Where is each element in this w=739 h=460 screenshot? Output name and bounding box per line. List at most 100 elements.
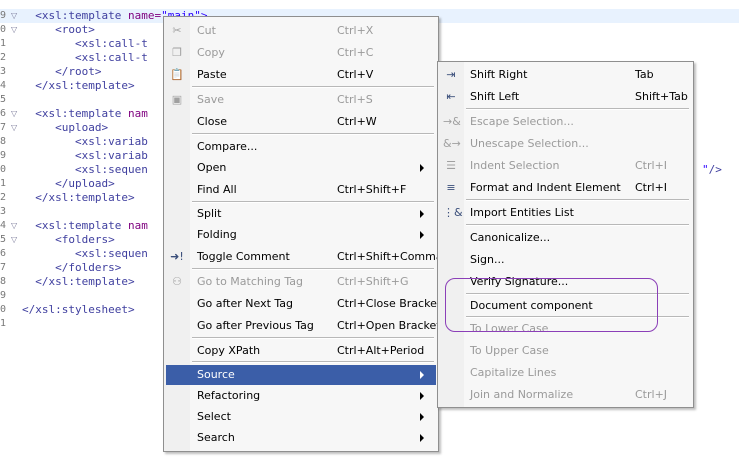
menu-item-toggle-comment[interactable]: ➜! Toggle Comment Ctrl+Shift+Comma xyxy=(166,247,438,267)
submenu-item-shift-left[interactable]: ⇤ Shift Left Shift+Tab xyxy=(440,87,691,107)
menu-item-shortcut: Ctrl+J xyxy=(635,388,668,401)
line-number: 8 xyxy=(0,276,7,287)
submenu-item-capitalize-lines[interactable]: Capitalize Lines xyxy=(440,363,691,383)
menu-item-label: Go to Matching Tag xyxy=(197,275,303,288)
submenu-arrow-icon xyxy=(420,231,424,239)
submenu-item-shift-right[interactable]: ⇥ Shift Right Tab xyxy=(440,65,691,85)
submenu-item-indent-selection[interactable]: ☰ Indent Selection Ctrl+I xyxy=(440,156,691,176)
menu-item-copy-xpath[interactable]: Copy XPath Ctrl+Alt+Period xyxy=(166,341,436,361)
menu-item-shortcut: Ctrl+Shift+F xyxy=(337,183,407,196)
code-text: <upload> xyxy=(55,121,109,134)
indent-icon: ☰ xyxy=(446,159,456,172)
menu-item-label: Search xyxy=(197,431,235,444)
menu-item-go-after-previous-tag[interactable]: Go after Previous Tag Ctrl+Open Bracket xyxy=(166,316,438,336)
code-text: </root> xyxy=(55,65,102,78)
code-text: </xsl:stylesheet> xyxy=(22,303,135,316)
line-number: 2 xyxy=(0,52,7,63)
fold-toggle-icon[interactable]: ▽ xyxy=(11,123,17,133)
menu-item-paste[interactable]: 📋 Paste Ctrl+V xyxy=(166,65,436,85)
toggle-comment-icon: ➜! xyxy=(170,250,184,263)
submenu-item-escape-selection[interactable]: →& Escape Selection... xyxy=(440,112,691,132)
shift-left-icon: ⇤ xyxy=(446,90,456,103)
line-number: 5 xyxy=(0,234,7,245)
menu-separator xyxy=(192,361,434,363)
line-number: 0 xyxy=(0,164,7,175)
save-icon: ▣ xyxy=(171,93,183,106)
fold-toggle-icon[interactable]: ▽ xyxy=(11,109,17,119)
menu-item-compare[interactable]: Compare... xyxy=(166,137,436,157)
fold-toggle-icon[interactable]: ▽ xyxy=(11,221,17,231)
submenu-item-join-and-normalize[interactable]: Join and Normalize Ctrl+J xyxy=(440,385,691,405)
menu-item-label: Shift Right xyxy=(470,68,528,81)
menu-item-shortcut: Ctrl+W xyxy=(337,115,377,128)
submenu-item-to-upper-case[interactable]: To Upper Case xyxy=(440,341,691,361)
code-line-tail: "/> xyxy=(702,163,722,176)
menu-item-label: Toggle Comment xyxy=(197,250,290,263)
menu-item-copy[interactable]: ❐ Copy Ctrl+C xyxy=(166,43,436,63)
menu-item-search[interactable]: Search xyxy=(166,428,436,448)
unescape-icon: &→ xyxy=(443,137,461,150)
menu-item-label: Compare... xyxy=(197,140,258,153)
line-number: 0 xyxy=(0,304,7,315)
line-number: 9 xyxy=(0,290,7,301)
line-number: 0 xyxy=(0,24,7,35)
menu-item-label: Indent Selection xyxy=(470,159,560,172)
menu-item-folding[interactable]: Folding xyxy=(166,225,436,245)
submenu-arrow-icon xyxy=(420,434,424,442)
menu-item-find-all[interactable]: Find All Ctrl+Shift+F xyxy=(166,180,436,200)
menu-separator xyxy=(192,86,434,88)
menu-item-label: Select xyxy=(197,410,231,423)
submenu-item-sign[interactable]: Sign... xyxy=(440,250,691,270)
annotation-highlight-outline xyxy=(445,278,658,332)
menu-item-refactoring[interactable]: Refactoring xyxy=(166,386,436,406)
code-text: </xsl:template> xyxy=(35,191,135,204)
code-text: <xsl:template nam xyxy=(35,107,148,120)
menu-item-select[interactable]: Select xyxy=(166,407,436,427)
editor-context-menu: ✂ Cut Ctrl+X ❐ Copy Ctrl+C 📋 Paste Ctrl+V ▣ Save Ct… xyxy=(163,16,439,452)
menu-item-label: Folding xyxy=(197,228,237,241)
fold-toggle-icon[interactable]: ▽ xyxy=(11,235,17,245)
line-number: 4 xyxy=(0,220,7,231)
menu-item-go-to-matching-tag[interactable]: ⚇ Go to Matching Tag Ctrl+Shift+G xyxy=(166,272,436,292)
menu-item-source[interactable]: Source xyxy=(166,365,436,385)
menu-item-save[interactable]: ▣ Save Ctrl+S xyxy=(166,90,436,110)
code-text: <xsl:call-t xyxy=(74,51,148,64)
submenu-item-unescape-selection[interactable]: &→ Unescape Selection... xyxy=(440,134,691,154)
code-text: </folders> xyxy=(55,261,122,274)
fold-toggle-icon[interactable]: ▽ xyxy=(11,25,17,35)
menu-separator xyxy=(466,224,689,226)
code-text: <xsl:variab xyxy=(74,149,148,162)
line-number: 7 xyxy=(0,262,7,273)
copy-icon: ❐ xyxy=(172,46,182,59)
menu-separator xyxy=(192,268,434,270)
menu-item-go-after-next-tag[interactable]: Go after Next Tag Ctrl+Close Bracket xyxy=(166,294,439,314)
menu-item-label: Shift Left xyxy=(470,90,520,103)
escape-icon: →& xyxy=(443,115,461,128)
menu-item-label: Paste xyxy=(197,68,227,81)
code-text: <root> xyxy=(55,23,95,36)
line-number: 4 xyxy=(0,80,7,91)
submenu-item-import-entities-list[interactable]: ⋮& Import Entities List xyxy=(440,203,691,223)
menu-item-cut[interactable]: ✂ Cut Ctrl+X xyxy=(166,21,436,41)
fold-toggle-icon[interactable]: ▽ xyxy=(11,11,17,21)
menu-item-shortcut: Ctrl+V xyxy=(337,68,374,81)
submenu-arrow-icon xyxy=(420,164,424,172)
menu-item-shortcut: Ctrl+Close Bracket xyxy=(337,297,439,310)
menu-item-label: Join and Normalize xyxy=(470,388,574,401)
menu-item-label: Open xyxy=(197,161,227,174)
menu-item-split[interactable]: Split xyxy=(166,204,436,224)
menu-item-open[interactable]: Open xyxy=(166,158,436,178)
line-number: 3 xyxy=(0,66,7,77)
menu-item-shortcut: Shift+Tab xyxy=(635,90,688,103)
submenu-item-canonicalize[interactable]: Canonicalize... xyxy=(440,228,691,248)
menu-item-label: Unescape Selection... xyxy=(470,137,589,150)
paste-icon: 📋 xyxy=(170,68,184,81)
menu-item-label: Save xyxy=(197,93,225,106)
line-number: 3 xyxy=(0,206,7,217)
code-text: <folders> xyxy=(55,233,115,246)
menu-item-shortcut: Tab xyxy=(635,68,654,81)
menu-item-close[interactable]: Close Ctrl+W xyxy=(166,112,436,132)
submenu-item-format-and-indent-element[interactable]: ≡ Format and Indent Element Ctrl+I xyxy=(440,178,691,198)
menu-item-shortcut: Ctrl+Shift+G xyxy=(337,275,409,288)
line-number: 9 xyxy=(0,10,7,21)
